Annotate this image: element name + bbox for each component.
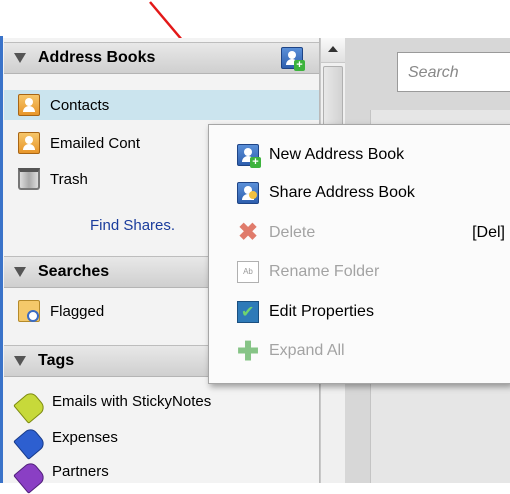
menu-item-expand-all[interactable]: ✚ Expand All	[209, 334, 510, 368]
tag-item[interactable]: Expenses	[4, 422, 319, 460]
delete-icon: ✖	[237, 219, 259, 246]
collapse-triangle-icon[interactable]	[14, 53, 26, 63]
address-books-header[interactable]: Address Books +	[4, 42, 319, 74]
new-address-book-icon: +	[237, 144, 261, 168]
address-book-icon	[18, 94, 40, 116]
trash-icon	[18, 168, 40, 190]
new-address-book-icon[interactable]: +	[281, 47, 305, 71]
tag-item[interactable]: Emails with StickyNotes	[4, 386, 319, 424]
emailed-contacts-icon	[18, 132, 40, 154]
tag-label: Partners	[52, 462, 109, 480]
collapse-triangle-icon[interactable]	[14, 267, 26, 277]
delete-shortcut: [Del]	[472, 224, 505, 241]
sidebar-item-label: Trash	[50, 170, 88, 188]
menu-item-new-address-book[interactable]: + New Address Book	[209, 138, 510, 172]
tag-label: Emails with StickyNotes	[52, 392, 212, 410]
tag-item[interactable]: Partners	[4, 456, 319, 494]
menu-item-edit-properties[interactable]: Edit Properties	[209, 295, 510, 329]
expand-icon: ✚	[237, 336, 259, 366]
scroll-up-button[interactable]	[321, 38, 345, 63]
tag-icon	[13, 460, 47, 494]
menu-item-delete[interactable]: ✖ Delete [Del]	[209, 216, 510, 250]
sidebar-item-label: Contacts	[50, 96, 110, 114]
search-input[interactable]: Search	[397, 52, 510, 92]
sidebar-item-contacts[interactable]: Contacts	[4, 90, 319, 120]
collapse-triangle-icon[interactable]	[14, 356, 26, 366]
search-folder-icon	[18, 300, 40, 322]
share-address-book-icon	[237, 182, 259, 204]
edit-properties-icon	[237, 301, 259, 323]
sidebar-item-label: Flagged	[50, 302, 105, 320]
menu-item-rename-folder[interactable]: Ab Rename Folder	[209, 255, 510, 289]
rename-icon: Ab	[237, 261, 259, 283]
context-menu: + New Address Book Share Address Book ✖ …	[208, 124, 510, 384]
menu-item-share-address-book[interactable]: Share Address Book	[209, 176, 510, 210]
tag-label: Expenses	[52, 428, 118, 446]
sidebar-item-label: Emailed Cont	[50, 134, 141, 152]
